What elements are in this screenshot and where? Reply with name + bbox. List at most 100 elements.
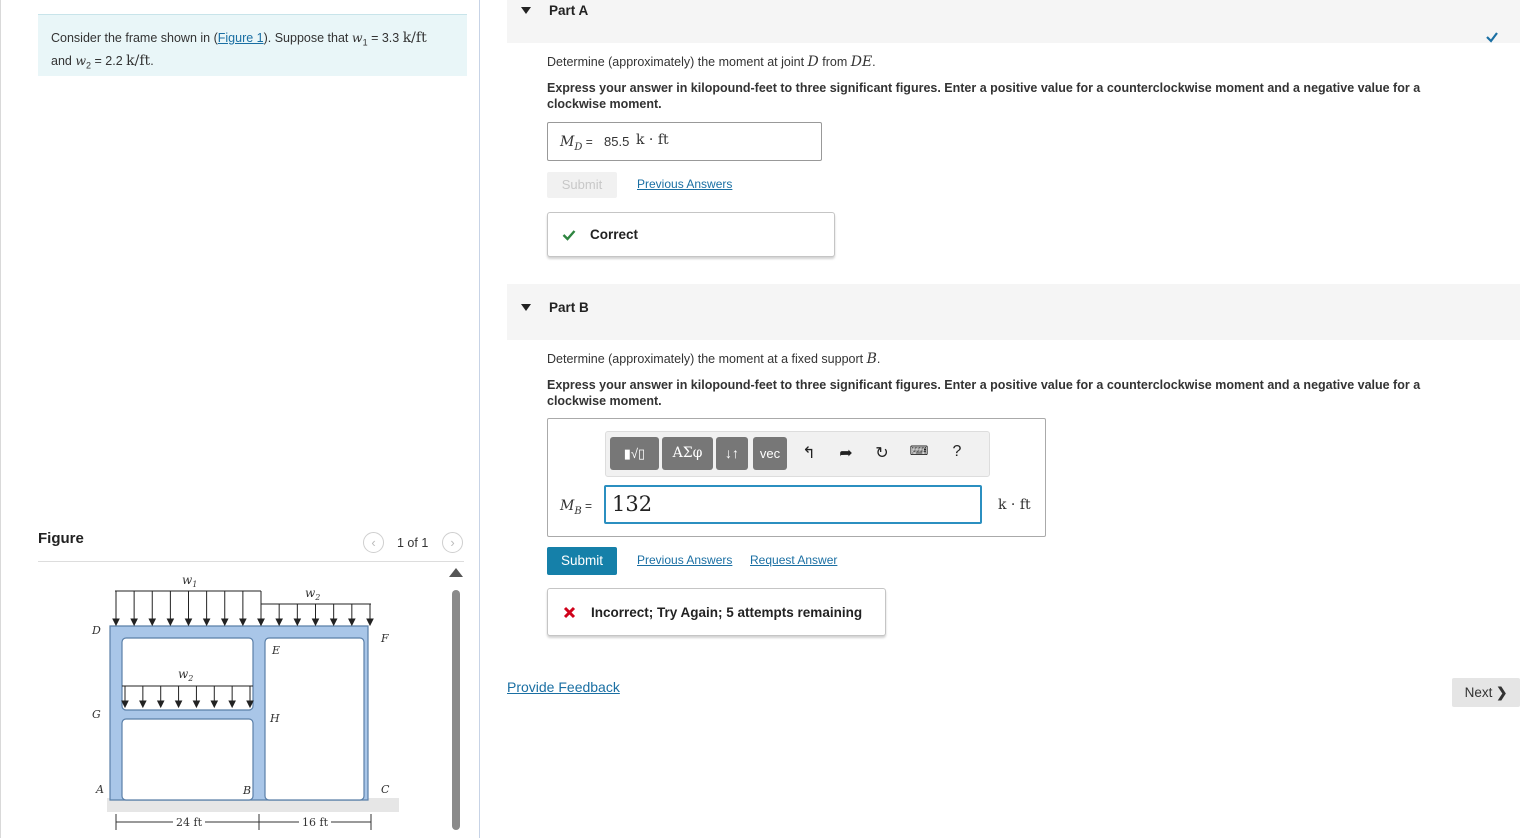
frame-figure: w1 w2 w2 D E F G H A B C 24 ft 16 ft [85,564,415,838]
chevron-left-icon: ‹ [371,535,376,550]
dimension-16ft: 16 ft [302,816,329,829]
part-a-answer-unit: k · ft [636,132,669,148]
frame-diagram: w1 w2 w2 D E F G H A B C 24 ft 16 ft [91,573,399,830]
part-b-answer-label: MB = [560,498,593,517]
part-a-instructions: Express your answer in kilopound-feet to… [547,81,1421,111]
part-b-request-answer-link[interactable]: Request Answer [750,553,837,567]
vec-button[interactable]: vec [753,437,787,470]
label-G: G [92,708,101,721]
dimension-24ft: 24 ft [176,816,203,829]
part-a-header[interactable]: Part A [507,0,1520,43]
w2-equals: = 2.2 [91,53,127,68]
w1-unit: k/ft [402,30,427,46]
load-w1 [112,590,265,627]
greek-button[interactable]: ΑΣφ [662,437,713,470]
load-arrowhead [293,618,302,627]
problem-text-before: Consider the frame shown in ( [51,31,218,45]
part-a-question-end: . [872,55,876,69]
figure-next-button[interactable]: › [442,532,463,553]
label-E: E [271,644,280,657]
reset-icon[interactable]: ↻ [871,443,893,463]
part-a-submit-button[interactable]: Submit [547,172,617,198]
part-b-question-end: . [876,352,881,366]
load-arrowhead [329,618,338,627]
next-label: Next [1464,685,1493,700]
templates-button[interactable]: ▮√▯ [610,437,659,470]
part-b-header[interactable]: Part B [507,284,1520,340]
problem-text-mid: ). Suppose that [263,31,352,45]
frame-opening-right [264,637,365,801]
part-a-answer-label: MD = [560,134,593,153]
w1-equals: = 3.3 [367,31,403,45]
keyboard-icon[interactable]: ⌨ [908,443,930,459]
part-a-question-text: Determine (approximately) the moment at … [547,55,808,69]
checkmark-icon [1486,32,1498,43]
chevron-right-icon: ❯ [1496,685,1508,700]
part-a-var-de: DE [850,54,873,70]
w1-symbol: w [351,30,363,45]
pane-divider[interactable] [479,0,480,838]
math-toolbar: ▮√▯ ΑΣφ ↓↑ vec ↰ ➦ ↻ ⌨ ? [605,431,990,477]
x-icon [563,606,576,619]
load-arrowhead [239,618,247,627]
load-arrowhead [202,618,211,627]
part-b-var-b: B [866,351,877,367]
part-b-title: Part B [549,300,589,315]
part-b-submit-button[interactable]: Submit [547,547,617,575]
undo-icon[interactable]: ↰ [798,443,820,463]
load-arrowhead [275,618,283,627]
part-a-feedback-text: Correct [590,227,639,242]
frame-opening-lower-left [121,718,254,801]
load-arrowhead [220,618,229,627]
chevron-right-icon: › [450,535,455,550]
load-arrowhead [112,618,120,627]
part-b-question: Determine (approximately) the moment at … [547,351,880,367]
problem-statement: Consider the frame shown in (Figure 1). … [38,14,467,76]
load-arrowhead [311,618,320,627]
label-B: B [242,784,251,797]
part-a-question: Determine (approximately) the moment at … [547,54,876,70]
problem-period: . [150,53,154,68]
load-arrowhead [366,618,374,627]
figure-scrollbar[interactable] [452,590,460,830]
part-a-previous-answers-link[interactable]: Previous Answers [637,177,732,191]
part-a-title: Part A [549,3,589,18]
part-b-answer-input[interactable]: 132 [604,485,982,524]
figure-prev-button[interactable]: ‹ [363,532,384,553]
load-arrowhead [130,618,138,627]
load-arrowhead [166,618,175,627]
figure-heading: Figure [38,530,84,547]
figure-link[interactable]: Figure 1 [218,31,264,45]
help-button[interactable]: ? [946,443,968,461]
part-b-instructions: Express your answer in kilopound-feet to… [547,378,1421,408]
part-b-feedback: Incorrect; Try Again; 5 attempts remaini… [547,588,886,636]
part-b-answer-panel: ▮√▯ ΑΣφ ↓↑ vec ↰ ➦ ↻ ⌨ ? MB = 132 k · ft [547,418,1046,537]
caret-down-icon [521,304,531,311]
part-b-previous-answers-link[interactable]: Previous Answers [637,553,732,567]
label-A: A [95,783,104,796]
dimension-lines [115,814,372,830]
part-b-answer-unit: k · ft [998,497,1031,513]
caret-down-icon [521,7,531,14]
figure-divider [38,561,464,562]
label-F: F [380,632,389,645]
scroll-up-arrow-icon[interactable] [449,568,463,577]
redo-icon[interactable]: ➦ [835,443,857,463]
part-b-feedback-text: Incorrect; Try Again; 5 attempts remaini… [591,605,863,620]
provide-feedback-link[interactable]: Provide Feedback [507,679,620,695]
part-a-feedback: Correct [547,212,835,257]
label-w2-top: w2 [305,586,320,602]
check-icon [562,230,576,241]
figure-page-counter: 1 of 1 [397,536,429,550]
load-arrowhead [148,618,157,627]
w2-symbol: w [75,52,87,68]
arrows-button[interactable]: ↓↑ [716,437,748,470]
w2-unit: k/ft [126,52,151,69]
label-C: C [381,783,390,796]
load-arrowhead [184,618,193,627]
load-arrowhead [348,618,356,627]
load-arrowhead [257,618,265,627]
part-b-question-text: Determine (approximately) the moment at … [547,352,867,366]
label-D: D [91,624,101,637]
next-button[interactable]: Next ❯ [1452,678,1520,707]
